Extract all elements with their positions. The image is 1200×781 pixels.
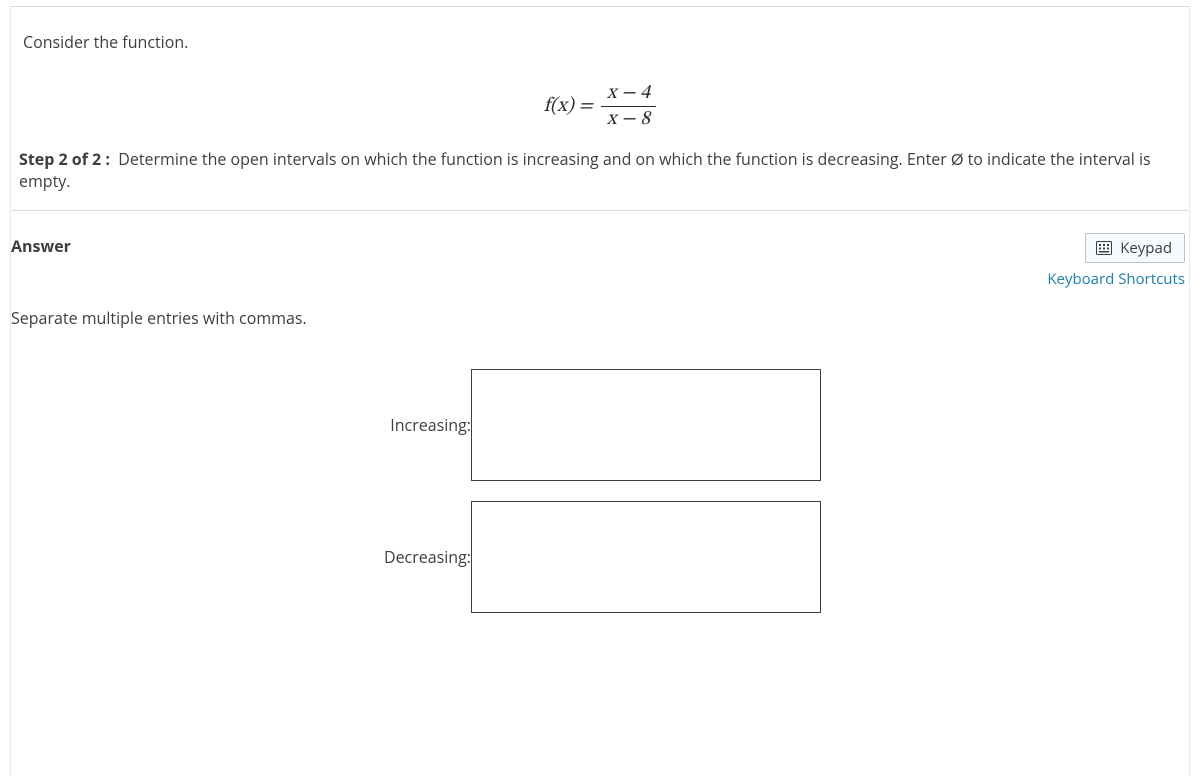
formula-fraction: x − 4 x − 8 bbox=[601, 81, 656, 132]
answer-fields: Increasing: Decreasing: bbox=[11, 369, 1189, 613]
keyboard-shortcuts-link[interactable]: Keyboard Shortcuts bbox=[1047, 269, 1185, 289]
step-text-before: Determine the open intervals on which th… bbox=[118, 148, 947, 170]
empty-set-symbol: Ø bbox=[951, 152, 963, 169]
question-container: Consider the function. f(x) = x − 4 x − … bbox=[10, 6, 1190, 776]
increasing-label: Increasing: bbox=[11, 414, 471, 436]
increasing-row: Increasing: bbox=[11, 369, 1189, 481]
decreasing-row: Decreasing: bbox=[11, 501, 1189, 613]
answer-instruction: Separate multiple entries with commas. bbox=[11, 289, 1189, 329]
decreasing-label: Decreasing: bbox=[11, 546, 471, 568]
increasing-input[interactable] bbox=[471, 369, 821, 481]
answer-controls: Keypad Keyboard Shortcuts bbox=[1047, 233, 1185, 289]
question-prompt: Consider the function. bbox=[11, 7, 1189, 53]
decreasing-input[interactable] bbox=[471, 501, 821, 613]
question-section: Consider the function. f(x) = x − 4 x − … bbox=[11, 7, 1189, 211]
formula-denominator: x − 8 bbox=[601, 107, 656, 132]
formula-numerator: x − 4 bbox=[601, 81, 656, 106]
answer-header: Answer bbox=[11, 233, 1189, 289]
step-instruction: Step 2 of 2 : Determine the open interva… bbox=[11, 148, 1189, 192]
keypad-icon bbox=[1096, 241, 1112, 255]
formula-lhs: f(x) = bbox=[544, 94, 593, 119]
keypad-button[interactable]: Keypad bbox=[1085, 233, 1185, 263]
answer-title: Answer bbox=[11, 233, 71, 257]
step-label: Step 2 of 2 : bbox=[19, 148, 110, 170]
answer-section: Answer bbox=[11, 211, 1189, 613]
formula: f(x) = x − 4 x − 8 bbox=[11, 53, 1189, 148]
keypad-label: Keypad bbox=[1120, 238, 1172, 258]
